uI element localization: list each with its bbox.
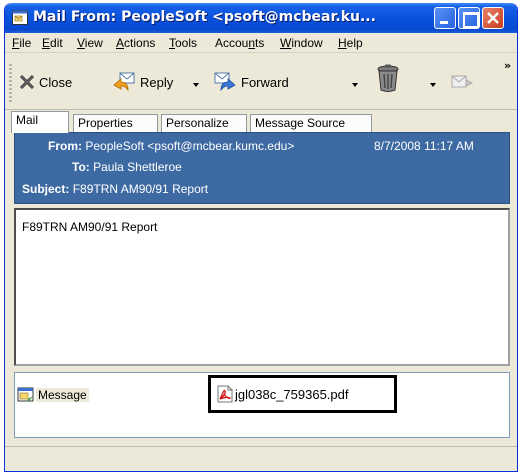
subject-label: Subject:	[22, 182, 70, 196]
to-label: To:	[72, 160, 90, 174]
to-value[interactable]: Paula Shettleroe	[93, 160, 182, 174]
menu-edit[interactable]: Edit	[42, 36, 63, 50]
tab-properties[interactable]: Properties	[73, 114, 158, 132]
window-title: Mail From: PeopleSoft <psoft@mcbear.ku..…	[33, 9, 376, 25]
mail-window: Mail From: PeopleSoft <psoft@mcbear.ku..…	[4, 3, 518, 472]
send-receive-button	[450, 71, 474, 93]
status-bar	[5, 446, 517, 471]
close-icon	[487, 12, 499, 24]
pdf-file-icon	[217, 385, 233, 403]
delete-dropdown-icon[interactable]	[430, 83, 436, 87]
reply-icon	[113, 72, 135, 92]
close-window-button[interactable]	[482, 7, 504, 29]
menu-tools[interactable]: Tools	[169, 36, 197, 50]
title-bar[interactable]: Mail From: PeopleSoft <psoft@mcbear.ku..…	[5, 3, 517, 33]
message-body-text: F89TRN AM90/91 Report	[22, 220, 158, 234]
minimize-button[interactable]	[434, 7, 456, 29]
menu-help[interactable]: Help	[338, 36, 363, 50]
message-body[interactable]: F89TRN AM90/91 Report	[14, 208, 510, 366]
toolbar-grip[interactable]	[9, 64, 12, 102]
tab-mail[interactable]: Mail	[11, 111, 69, 133]
toolbar-overflow-chevron-icon[interactable]: »	[504, 59, 511, 72]
from-value[interactable]: PeopleSoft <psoft@mcbear.kumc.edu>	[85, 139, 294, 153]
attachments-pane: Message jgl038c_759365.pdf	[14, 372, 510, 438]
close-button-label: Close	[39, 74, 73, 90]
menu-actions[interactable]: Actions	[116, 36, 155, 50]
pdf-attachment-label: jgl038c_759365.pdf	[235, 386, 349, 402]
tab-message-source[interactable]: Message Source	[250, 114, 372, 132]
reply-button-label: Reply	[140, 74, 174, 90]
message-attachment-label: Message	[36, 388, 89, 402]
toolbar: Close Reply Forward »	[5, 54, 517, 110]
forward-dropdown-icon[interactable]	[352, 83, 358, 87]
menu-bar: File Edit View Actions Tools Accounts Wi…	[5, 33, 517, 53]
reply-button[interactable]: Reply	[112, 71, 173, 93]
from-label: From:	[48, 139, 82, 153]
delete-button[interactable]	[375, 64, 401, 92]
subject-value: F89TRN AM90/91 Report	[72, 182, 209, 196]
forward-icon	[214, 72, 236, 92]
to-row: To: Paula Shettleroe	[72, 160, 182, 174]
close-x-icon	[19, 74, 35, 90]
attachment-message[interactable]: Message	[17, 387, 89, 403]
menu-accounts[interactable]: Accounts	[215, 36, 264, 50]
subject-row: Subject: F89TRN AM90/91 Report	[22, 182, 208, 196]
forward-button-label: Forward	[241, 74, 289, 90]
date-value: 8/7/2008 11:17 AM	[374, 139, 474, 153]
close-button[interactable]: Close	[19, 71, 72, 93]
tab-personalize[interactable]: Personalize	[161, 114, 247, 132]
message-attachment-icon	[17, 387, 34, 402]
trash-can-icon	[377, 64, 399, 92]
mail-window-icon	[12, 10, 28, 25]
tab-strip: Mail Properties Personalize Message Sour…	[5, 110, 517, 133]
menu-file[interactable]: File	[12, 36, 31, 50]
menu-window[interactable]: Window	[280, 36, 323, 50]
from-row: From: PeopleSoft <psoft@mcbear.kumc.edu>	[48, 139, 294, 153]
reply-dropdown-icon[interactable]	[193, 83, 199, 87]
menu-view[interactable]: View	[77, 36, 103, 50]
message-header: From: PeopleSoft <psoft@mcbear.kumc.edu>…	[14, 132, 510, 204]
maximize-button[interactable]	[458, 7, 480, 29]
attachment-pdf[interactable]: jgl038c_759365.pdf	[208, 375, 397, 413]
forward-button[interactable]: Forward	[213, 71, 289, 93]
send-envelope-icon	[451, 75, 474, 88]
